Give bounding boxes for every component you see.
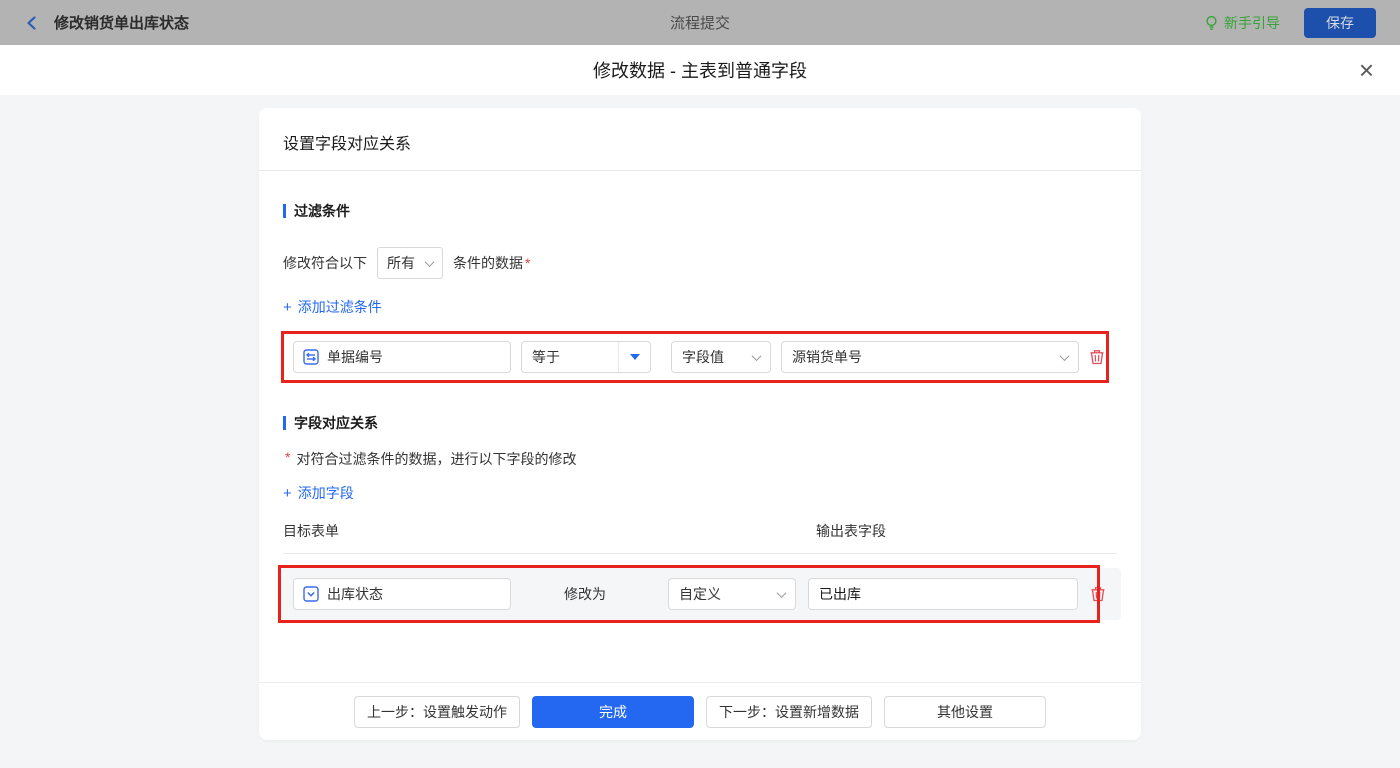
operator-dropdown-button[interactable] <box>618 342 650 372</box>
top-navigation-bar: 修改销货单出库状态 流程提交 新手引导 保存 <box>0 0 1400 45</box>
triangle-down-icon <box>630 354 640 360</box>
other-settings-button[interactable]: 其他设置 <box>884 696 1046 728</box>
close-icon[interactable]: × <box>1359 57 1374 83</box>
match-prefix-label: 修改符合以下 <box>283 253 367 273</box>
value-type-select[interactable]: 字段值 <box>671 341 771 373</box>
column-output-field: 输出表字段 <box>816 521 886 541</box>
value-mode-select[interactable]: 自定义 <box>668 578 796 610</box>
save-button[interactable]: 保存 <box>1304 8 1376 38</box>
modal-title: 修改数据 - 主表到普通字段 <box>593 57 807 83</box>
filter-condition-row-annotation: 单据编号 等于 字段值 源销货单号 <box>281 331 1109 383</box>
target-field-picker[interactable]: 出库状态 <box>293 578 511 610</box>
filter-field-picker[interactable]: 单据编号 <box>293 341 511 373</box>
mapping-section-title: 字段对应关系 <box>283 413 1117 433</box>
match-mode-select[interactable]: 所有 <box>377 247 443 279</box>
section-accent-bar <box>283 204 286 218</box>
required-asterisk: * <box>525 255 530 271</box>
back-button[interactable] <box>24 15 40 31</box>
chevron-down-icon <box>752 351 762 361</box>
plus-icon: + <box>283 299 292 316</box>
delete-filter-row-button[interactable] <box>1088 348 1106 366</box>
workflow-title: 修改销货单出库状态 <box>54 12 189 33</box>
beginner-guide-link[interactable]: 新手引导 <box>1204 13 1280 33</box>
delete-mapping-row-button[interactable] <box>1089 585 1107 603</box>
modal-body: 设置字段对应关系 过滤条件 修改符合以下 所有 条件的数据* + 添加过 <box>0 108 1400 768</box>
custom-value-input[interactable] <box>808 578 1078 610</box>
source-field-select[interactable]: 源销货单号 <box>781 341 1079 373</box>
field-mapping-card: 设置字段对应关系 过滤条件 修改符合以下 所有 条件的数据* + 添加过 <box>259 108 1141 740</box>
required-asterisk: * <box>285 449 290 465</box>
column-target-form: 目标表单 <box>283 521 816 541</box>
trigger-type-label: 流程提交 <box>0 12 1400 33</box>
prev-step-button[interactable]: 上一步：设置触发动作 <box>354 696 520 728</box>
card-title: 设置字段对应关系 <box>259 108 1141 170</box>
modal-header: 修改数据 - 主表到普通字段 × <box>0 45 1400 95</box>
done-button[interactable]: 完成 <box>532 696 694 728</box>
card-footer: 上一步：设置触发动作 完成 下一步：设置新增数据 其他设置 <box>259 682 1141 740</box>
select-field-icon <box>303 586 319 602</box>
modify-to-label: 修改为 <box>564 584 606 604</box>
beginner-guide-label: 新手引导 <box>1224 13 1280 33</box>
next-step-button[interactable]: 下一步：设置新增数据 <box>706 696 872 728</box>
chevron-down-icon <box>1060 351 1070 361</box>
mapping-description: * 对符合过滤条件的数据，进行以下字段的修改 <box>283 449 1117 469</box>
match-suffix-label: 条件的数据* <box>453 253 530 273</box>
back-chevron-icon <box>24 15 40 31</box>
mapping-row: 出库状态 修改为 自定义 <box>281 568 1121 620</box>
section-accent-bar <box>283 416 286 430</box>
add-filter-condition-link[interactable]: + 添加过滤条件 <box>283 297 382 317</box>
lightbulb-icon <box>1204 15 1219 31</box>
serial-number-field-icon <box>303 349 319 365</box>
chevron-down-icon <box>425 257 435 267</box>
chevron-down-icon <box>777 588 787 598</box>
add-field-link[interactable]: + 添加字段 <box>283 483 354 503</box>
plus-icon: + <box>283 485 292 502</box>
operator-select[interactable]: 等于 <box>521 341 651 373</box>
mapping-table-header: 目标表单 输出表字段 <box>283 521 1117 554</box>
filter-section-title: 过滤条件 <box>283 201 1117 221</box>
